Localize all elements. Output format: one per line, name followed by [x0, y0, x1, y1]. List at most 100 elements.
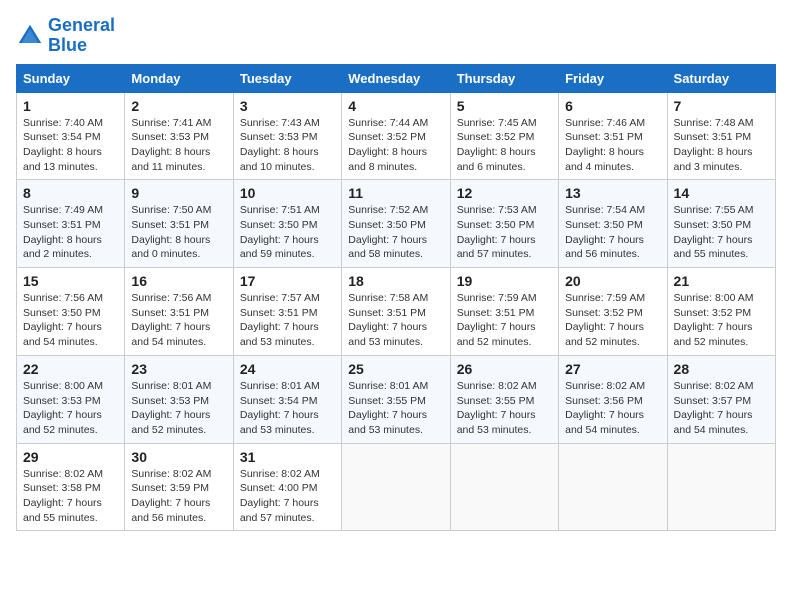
day-number: 25: [348, 361, 443, 377]
calendar-cell: 10 Sunrise: 7:51 AM Sunset: 3:50 PM Dayli…: [233, 180, 341, 268]
calendar-cell: 17Sunrise: 7:57 AM Sunset: 3:51 PM Dayli…: [233, 268, 341, 356]
calendar-cell: 27Sunrise: 8:02 AM Sunset: 3:56 PM Dayli…: [559, 355, 667, 443]
calendar-cell: 29 Sunrise: 8:02 AM Sunset: 3:58 PM Dayli…: [17, 443, 125, 531]
day-number: 21: [674, 273, 769, 289]
calendar-cell: 20Sunrise: 7:59 AM Sunset: 3:52 PM Dayli…: [559, 268, 667, 356]
weekday-header: Friday: [559, 64, 667, 92]
day-info: Sunrise: 7:59 AM Sunset: 3:51 PM Dayligh…: [457, 291, 552, 350]
day-number: 26: [457, 361, 552, 377]
day-info: Sunrise: 7:41 AM Sunset: 3:53 PM Dayligh…: [131, 116, 226, 175]
calendar-cell: 2 Sunrise: 7:41 AM Sunset: 3:53 PM Daylig…: [125, 92, 233, 180]
day-number: 24: [240, 361, 335, 377]
calendar-week-row: 22Sunrise: 8:00 AM Sunset: 3:53 PM Dayli…: [17, 355, 776, 443]
day-info: Sunrise: 7:57 AM Sunset: 3:51 PM Dayligh…: [240, 291, 335, 350]
day-info: Sunrise: 8:02 AM Sunset: 3:57 PM Dayligh…: [674, 379, 769, 438]
calendar-cell: 26 Sunrise: 8:02 AM Sunset: 3:55 PM Dayli…: [450, 355, 558, 443]
day-info: Sunrise: 7:45 AM Sunset: 3:52 PM Dayligh…: [457, 116, 552, 175]
calendar-week-row: 15 Sunrise: 7:56 AM Sunset: 3:50 PM Dayli…: [17, 268, 776, 356]
calendar-cell: 28 Sunrise: 8:02 AM Sunset: 3:57 PM Dayli…: [667, 355, 775, 443]
calendar-week-row: 1 Sunrise: 7:40 AM Sunset: 3:54 PM Daylig…: [17, 92, 776, 180]
calendar-cell: 7 Sunrise: 7:48 AM Sunset: 3:51 PM Daylig…: [667, 92, 775, 180]
calendar-cell: 11 Sunrise: 7:52 AM Sunset: 3:50 PM Dayli…: [342, 180, 450, 268]
calendar-cell: 13Sunrise: 7:54 AM Sunset: 3:50 PM Dayli…: [559, 180, 667, 268]
day-info: Sunrise: 7:48 AM Sunset: 3:51 PM Dayligh…: [674, 116, 769, 175]
calendar-cell: [667, 443, 775, 531]
day-number: 12: [457, 185, 552, 201]
calendar-cell: 8 Sunrise: 7:49 AM Sunset: 3:51 PM Daylig…: [17, 180, 125, 268]
day-number: 3: [240, 98, 335, 114]
day-number: 16: [131, 273, 226, 289]
weekday-header: Sunday: [17, 64, 125, 92]
day-info: Sunrise: 8:02 AM Sunset: 3:59 PM Dayligh…: [131, 467, 226, 526]
calendar-cell: [559, 443, 667, 531]
day-info: Sunrise: 8:02 AM Sunset: 3:58 PM Dayligh…: [23, 467, 118, 526]
calendar-cell: 4 Sunrise: 7:44 AM Sunset: 3:52 PM Daylig…: [342, 92, 450, 180]
day-number: 18: [348, 273, 443, 289]
weekday-header: Saturday: [667, 64, 775, 92]
calendar-cell: [342, 443, 450, 531]
day-number: 30: [131, 449, 226, 465]
calendar-cell: 31Sunrise: 8:02 AM Sunset: 4:00 PM Dayli…: [233, 443, 341, 531]
day-number: 15: [23, 273, 118, 289]
calendar-cell: 1 Sunrise: 7:40 AM Sunset: 3:54 PM Daylig…: [17, 92, 125, 180]
day-info: Sunrise: 7:43 AM Sunset: 3:53 PM Dayligh…: [240, 116, 335, 175]
calendar-cell: 24 Sunrise: 8:01 AM Sunset: 3:54 PM Dayli…: [233, 355, 341, 443]
day-info: Sunrise: 7:52 AM Sunset: 3:50 PM Dayligh…: [348, 203, 443, 262]
day-number: 14: [674, 185, 769, 201]
day-number: 31: [240, 449, 335, 465]
calendar-cell: 14 Sunrise: 7:55 AM Sunset: 3:50 PM Dayli…: [667, 180, 775, 268]
calendar-cell: 22Sunrise: 8:00 AM Sunset: 3:53 PM Dayli…: [17, 355, 125, 443]
weekday-header: Monday: [125, 64, 233, 92]
day-info: Sunrise: 8:00 AM Sunset: 3:52 PM Dayligh…: [674, 291, 769, 350]
calendar-week-row: 29 Sunrise: 8:02 AM Sunset: 3:58 PM Dayli…: [17, 443, 776, 531]
day-info: Sunrise: 7:56 AM Sunset: 3:50 PM Dayligh…: [23, 291, 118, 350]
day-number: 7: [674, 98, 769, 114]
calendar-cell: 3 Sunrise: 7:43 AM Sunset: 3:53 PM Daylig…: [233, 92, 341, 180]
calendar-cell: 25 Sunrise: 8:01 AM Sunset: 3:55 PM Dayli…: [342, 355, 450, 443]
day-number: 10: [240, 185, 335, 201]
day-number: 19: [457, 273, 552, 289]
day-info: Sunrise: 8:01 AM Sunset: 3:53 PM Dayligh…: [131, 379, 226, 438]
day-info: Sunrise: 7:58 AM Sunset: 3:51 PM Dayligh…: [348, 291, 443, 350]
day-number: 4: [348, 98, 443, 114]
calendar-cell: 23 Sunrise: 8:01 AM Sunset: 3:53 PM Dayli…: [125, 355, 233, 443]
day-number: 1: [23, 98, 118, 114]
calendar-cell: 5 Sunrise: 7:45 AM Sunset: 3:52 PM Daylig…: [450, 92, 558, 180]
calendar-cell: [450, 443, 558, 531]
calendar-cell: 9Sunrise: 7:50 AM Sunset: 3:51 PM Daylig…: [125, 180, 233, 268]
day-number: 28: [674, 361, 769, 377]
day-info: Sunrise: 7:53 AM Sunset: 3:50 PM Dayligh…: [457, 203, 552, 262]
day-info: Sunrise: 7:40 AM Sunset: 3:54 PM Dayligh…: [23, 116, 118, 175]
day-info: Sunrise: 8:02 AM Sunset: 3:55 PM Dayligh…: [457, 379, 552, 438]
day-info: Sunrise: 7:51 AM Sunset: 3:50 PM Dayligh…: [240, 203, 335, 262]
day-number: 2: [131, 98, 226, 114]
logo-text: General Blue: [48, 16, 115, 56]
weekday-header: Thursday: [450, 64, 558, 92]
day-info: Sunrise: 8:01 AM Sunset: 3:54 PM Dayligh…: [240, 379, 335, 438]
logo-icon: [16, 22, 44, 50]
day-info: Sunrise: 7:44 AM Sunset: 3:52 PM Dayligh…: [348, 116, 443, 175]
calendar-table: SundayMondayTuesdayWednesdayThursdayFrid…: [16, 64, 776, 532]
day-number: 20: [565, 273, 660, 289]
day-number: 29: [23, 449, 118, 465]
day-number: 11: [348, 185, 443, 201]
day-info: Sunrise: 8:02 AM Sunset: 3:56 PM Dayligh…: [565, 379, 660, 438]
calendar-week-row: 8 Sunrise: 7:49 AM Sunset: 3:51 PM Daylig…: [17, 180, 776, 268]
calendar-cell: 18 Sunrise: 7:58 AM Sunset: 3:51 PM Dayli…: [342, 268, 450, 356]
calendar-cell: 30 Sunrise: 8:02 AM Sunset: 3:59 PM Dayli…: [125, 443, 233, 531]
calendar-cell: 15 Sunrise: 7:56 AM Sunset: 3:50 PM Dayli…: [17, 268, 125, 356]
day-number: 5: [457, 98, 552, 114]
day-number: 23: [131, 361, 226, 377]
day-info: Sunrise: 7:55 AM Sunset: 3:50 PM Dayligh…: [674, 203, 769, 262]
logo: General Blue: [16, 16, 115, 56]
calendar-cell: 21 Sunrise: 8:00 AM Sunset: 3:52 PM Dayli…: [667, 268, 775, 356]
calendar-cell: 16 Sunrise: 7:56 AM Sunset: 3:51 PM Dayli…: [125, 268, 233, 356]
weekday-header: Tuesday: [233, 64, 341, 92]
day-info: Sunrise: 7:50 AM Sunset: 3:51 PM Dayligh…: [131, 203, 226, 262]
day-info: Sunrise: 7:56 AM Sunset: 3:51 PM Dayligh…: [131, 291, 226, 350]
day-number: 8: [23, 185, 118, 201]
calendar-cell: 12 Sunrise: 7:53 AM Sunset: 3:50 PM Dayli…: [450, 180, 558, 268]
day-info: Sunrise: 7:49 AM Sunset: 3:51 PM Dayligh…: [23, 203, 118, 262]
day-number: 13: [565, 185, 660, 201]
day-info: Sunrise: 8:01 AM Sunset: 3:55 PM Dayligh…: [348, 379, 443, 438]
